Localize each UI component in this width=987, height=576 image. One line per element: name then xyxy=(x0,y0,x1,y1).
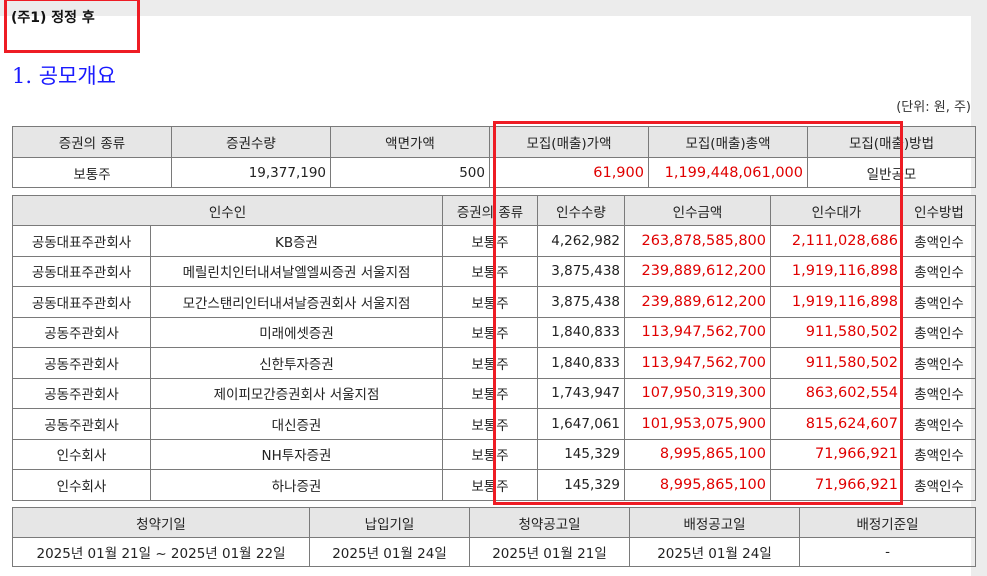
underwriter-name: 대신증권 xyxy=(149,408,444,440)
note-highlight-box xyxy=(4,0,140,53)
allocation-base-date: - xyxy=(799,537,976,567)
col-header: 인수인 xyxy=(11,195,444,226)
par-value: 500 xyxy=(330,157,490,188)
col-header: 배정공고일 xyxy=(629,507,800,538)
underwriter-name: 하나증권 xyxy=(149,469,444,501)
role: 공동주관회사 xyxy=(12,316,151,348)
col-header: 증권의 종류 xyxy=(12,126,172,158)
col-header: 인수방법 xyxy=(902,195,977,226)
underwriting-method: 총액인수 xyxy=(902,286,977,318)
underwriting-method: 총액인수 xyxy=(902,347,977,379)
security-type: 보통주 xyxy=(12,157,172,188)
col-header: 배정기준일 xyxy=(799,507,976,538)
col-header: 납입기일 xyxy=(309,507,470,538)
section-heading: 1. 공모개요 xyxy=(12,64,116,88)
subscription-notice-date: 2025년 01월 21일 xyxy=(469,537,630,567)
col-header: 청약기일 xyxy=(12,507,310,538)
underwriter-name: 모간스탠리인터내셔날증권회사 서울지점 xyxy=(149,286,444,318)
underwriting-method: 총액인수 xyxy=(902,469,977,501)
underwriter-name: NH투자증권 xyxy=(149,438,444,470)
role: 공동주관회사 xyxy=(12,408,151,440)
table-row: 2025년 01월 21일 ~ 2025년 01월 22일 2025년 01월 … xyxy=(12,537,976,567)
col-header: 청약공고일 xyxy=(469,507,630,538)
underwriter-name: 메릴린치인터내셔날엘엘씨증권 서울지점 xyxy=(149,255,444,287)
payment-date: 2025년 01월 24일 xyxy=(309,537,470,567)
role: 공동대표주관회사 xyxy=(12,225,151,257)
underwriting-method: 총액인수 xyxy=(902,316,977,348)
underwriting-method: 총액인수 xyxy=(902,225,977,257)
role: 공동대표주관회사 xyxy=(12,255,151,287)
values-highlight-box xyxy=(493,121,903,505)
underwriting-method: 총액인수 xyxy=(902,377,977,409)
allocation-notice-date: 2025년 01월 24일 xyxy=(629,537,800,567)
unit-label: (단위: 원, 주) xyxy=(896,100,971,115)
role: 인수회사 xyxy=(12,438,151,470)
role: 공동주관회사 xyxy=(12,347,151,379)
subscription-period: 2025년 01월 21일 ~ 2025년 01월 22일 xyxy=(12,537,310,567)
role: 공동대표주관회사 xyxy=(12,286,151,318)
underwriter-name: 신한투자증권 xyxy=(149,347,444,379)
col-header: 증권수량 xyxy=(171,126,331,158)
role: 인수회사 xyxy=(12,469,151,501)
underwriter-name: 제이피모간증권회사 서울지점 xyxy=(149,377,444,409)
security-quantity: 19,377,190 xyxy=(171,157,331,188)
role: 공동주관회사 xyxy=(12,377,151,409)
table-header-row: 청약기일 납입기일 청약공고일 배정공고일 배정기준일 xyxy=(12,507,976,538)
underwriter-name: KB증권 xyxy=(149,225,444,257)
underwriting-method: 총액인수 xyxy=(902,408,977,440)
underwriting-method: 총액인수 xyxy=(902,438,977,470)
schedule-table: 청약기일 납입기일 청약공고일 배정공고일 배정기준일 2025년 01월 21… xyxy=(12,507,976,567)
col-header: 액면가액 xyxy=(330,126,490,158)
underwriting-method: 총액인수 xyxy=(902,255,977,287)
underwriter-name: 미래에셋증권 xyxy=(149,316,444,348)
